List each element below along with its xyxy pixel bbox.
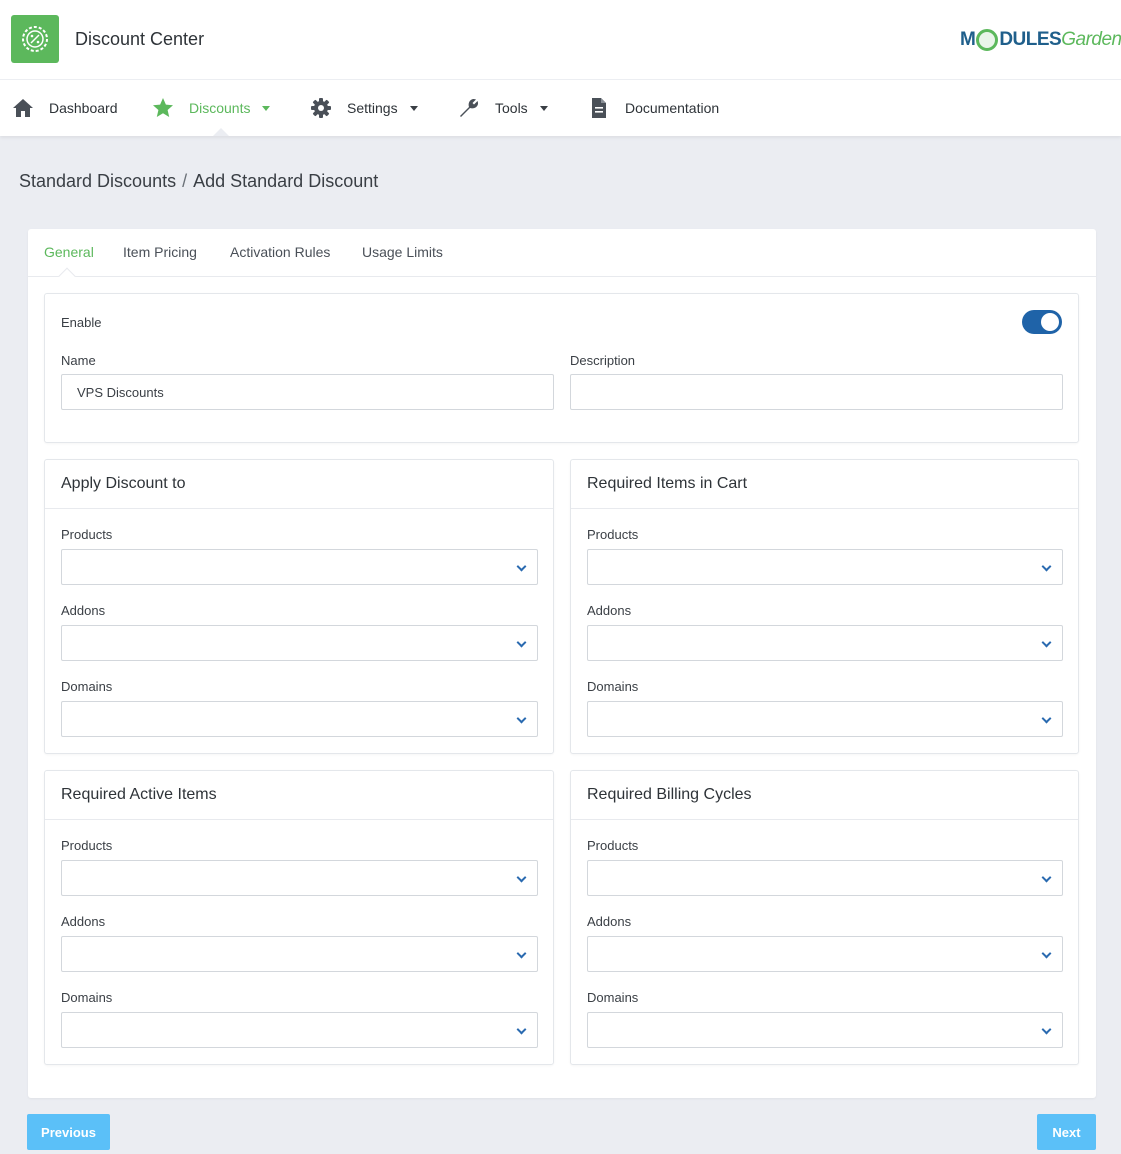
box-header: Required Billing Cycles xyxy=(571,771,1078,820)
apply-discount-box: Apply Discount to Products Addons Domain… xyxy=(44,459,554,754)
main-nav: Dashboard Discounts Settings Tools Docum… xyxy=(0,80,1121,136)
addons-label: Addons xyxy=(587,914,632,929)
domains-label: Domains xyxy=(587,990,639,1005)
toggle-knob xyxy=(1041,313,1059,331)
products-label: Products xyxy=(61,527,113,542)
products-select[interactable] xyxy=(587,860,1063,896)
top-bar: Discount Center M DULES Garden xyxy=(0,0,1121,80)
box-title: Required Active Items xyxy=(61,786,217,803)
gear-icon xyxy=(309,96,333,120)
domains-select[interactable] xyxy=(61,701,538,737)
chevron-down-icon xyxy=(516,713,527,724)
nav-documentation-label: Documentation xyxy=(625,100,720,116)
previous-button[interactable]: Previous xyxy=(27,1114,110,1150)
chevron-down-icon xyxy=(539,105,548,111)
wrench-icon xyxy=(457,96,481,120)
addons-select[interactable] xyxy=(61,625,538,661)
tab-activation-rules[interactable]: Activation Rules xyxy=(230,244,330,260)
app-title: Discount Center xyxy=(75,29,205,49)
products-select[interactable] xyxy=(587,549,1063,585)
tab-active-pointer xyxy=(58,267,76,285)
home-icon xyxy=(11,96,35,120)
nav-documentation[interactable]: Documentation xyxy=(587,80,719,136)
chevron-down-icon xyxy=(516,872,527,883)
chevron-down-icon xyxy=(516,637,527,648)
box-title: Required Items in Cart xyxy=(587,475,748,492)
nav-settings[interactable]: Settings xyxy=(309,80,418,136)
addons-label: Addons xyxy=(61,603,106,618)
addons-select[interactable] xyxy=(61,936,538,972)
domains-select[interactable] xyxy=(587,1012,1063,1048)
nav-tools[interactable]: Tools xyxy=(457,80,548,136)
tab-usage-limits[interactable]: Usage Limits xyxy=(362,244,443,260)
required-active-items-box: Required Active Items Products Addons Do… xyxy=(44,770,554,1065)
chevron-down-icon xyxy=(1041,637,1052,648)
nav-tools-label: Tools xyxy=(495,100,528,116)
products-label: Products xyxy=(61,838,113,853)
box-header: Apply Discount to xyxy=(45,460,553,509)
chevron-down-icon xyxy=(516,561,527,572)
brand-text-garden: Garden xyxy=(1061,29,1121,50)
box-header: Required Items in Cart xyxy=(571,460,1078,509)
breadcrumb-current: Add Standard Discount xyxy=(193,171,379,191)
chevron-down-icon xyxy=(1041,1024,1052,1035)
domains-label: Domains xyxy=(61,679,113,694)
tab-general[interactable]: General xyxy=(44,244,94,260)
enable-label: Enable xyxy=(61,315,102,330)
modulesgarden-logo: M DULES Garden xyxy=(960,26,1121,54)
tab-item-pricing[interactable]: Item Pricing xyxy=(123,244,197,260)
brand-globe-icon xyxy=(976,29,999,51)
domains-select[interactable] xyxy=(61,1012,538,1048)
nav-discounts[interactable]: Discounts xyxy=(151,80,271,136)
box-title: Required Billing Cycles xyxy=(587,786,752,803)
chevron-down-icon xyxy=(1041,713,1052,724)
products-select[interactable] xyxy=(61,860,538,896)
domains-select[interactable] xyxy=(587,701,1063,737)
nav-dashboard-label: Dashboard xyxy=(49,100,118,116)
star-icon xyxy=(151,96,175,120)
chevron-down-icon xyxy=(262,105,271,111)
addons-select[interactable] xyxy=(587,936,1063,972)
chevron-down-icon xyxy=(409,105,418,111)
description-label: Description xyxy=(570,353,636,368)
brand-text-right: DULES xyxy=(999,29,1062,50)
breadcrumb: Standard Discounts / Add Standard Discount xyxy=(19,171,378,192)
nav-settings-label: Settings xyxy=(347,100,398,116)
required-billing-cycles-box: Required Billing Cycles Products Addons … xyxy=(570,770,1079,1065)
addons-select[interactable] xyxy=(587,625,1063,661)
domains-label: Domains xyxy=(587,679,639,694)
name-input[interactable]: VPS Discounts xyxy=(61,374,554,410)
required-items-cart-box: Required Items in Cart Products Addons D… xyxy=(570,459,1079,754)
box-header: Required Active Items xyxy=(45,771,553,820)
name-label: Name xyxy=(61,353,96,368)
next-button[interactable]: Next xyxy=(1037,1114,1096,1150)
breadcrumb-parent[interactable]: Standard Discounts xyxy=(19,171,176,191)
chevron-down-icon xyxy=(1041,872,1052,883)
enable-toggle[interactable] xyxy=(1022,310,1062,334)
discount-center-logo-icon[interactable] xyxy=(11,15,59,63)
breadcrumb-separator: / xyxy=(182,171,188,191)
nav-active-pointer xyxy=(213,128,229,136)
domains-label: Domains xyxy=(61,990,113,1005)
chevron-down-icon xyxy=(516,948,527,959)
addons-label: Addons xyxy=(587,603,632,618)
box-title: Apply Discount to xyxy=(61,475,186,492)
document-icon xyxy=(587,96,611,120)
products-label: Products xyxy=(587,527,639,542)
discount-form-card: General Item Pricing Activation Rules Us… xyxy=(28,229,1096,1098)
form-tabs: General Item Pricing Activation Rules Us… xyxy=(28,229,1096,285)
chevron-down-icon xyxy=(1041,561,1052,572)
products-select[interactable] xyxy=(61,549,538,585)
brand-text-left: M xyxy=(960,29,976,50)
nav-dashboard[interactable]: Dashboard xyxy=(11,80,118,136)
nav-discounts-label: Discounts xyxy=(189,100,251,116)
products-label: Products xyxy=(587,838,639,853)
chevron-down-icon xyxy=(1041,948,1052,959)
chevron-down-icon xyxy=(516,1024,527,1035)
addons-label: Addons xyxy=(61,914,106,929)
general-section: Enable Name VPS Discounts Description xyxy=(44,293,1079,443)
description-input[interactable] xyxy=(570,374,1063,410)
